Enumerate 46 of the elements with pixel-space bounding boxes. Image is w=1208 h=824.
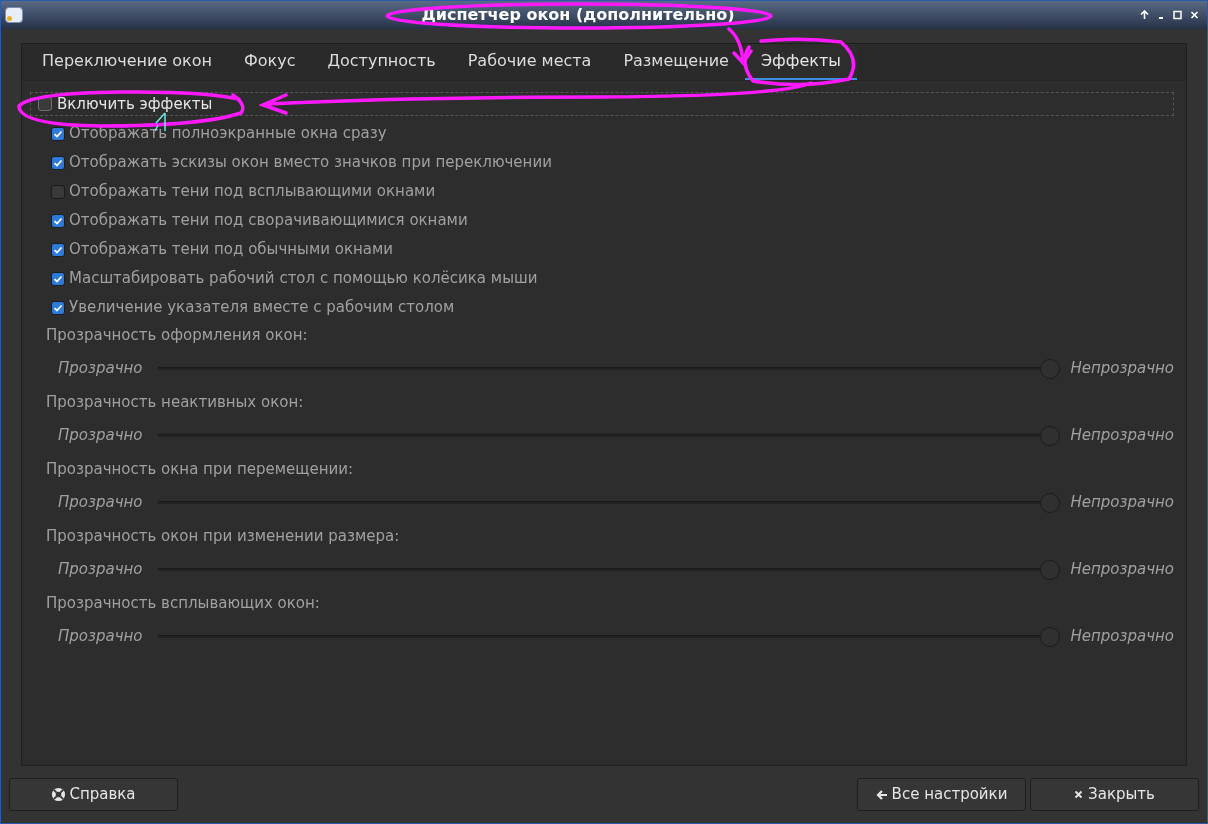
slider-max-label: Непрозрачно bbox=[1069, 425, 1174, 447]
window-title: Диспетчер окон (дополнительно) bbox=[421, 7, 735, 23]
hand-drawn-arrow bbox=[727, 27, 755, 67]
help-button[interactable]: Справка bbox=[9, 778, 178, 811]
arrow-up-icon[interactable] bbox=[1140, 10, 1149, 20]
close-icon bbox=[1074, 790, 1084, 799]
checkbox-label: Увеличение указателя вместе с рабочим столом bbox=[69, 297, 455, 319]
tab[interactable]: Переключение окон bbox=[26, 44, 229, 80]
slider-min-label: Прозрачно bbox=[58, 492, 144, 514]
slider-min-label: Прозрачно bbox=[58, 425, 144, 447]
checkmark-icon bbox=[53, 244, 63, 255]
close-button[interactable]: Закрыть bbox=[1030, 778, 1199, 811]
slider-label: Прозрачность окон при изменении размера: bbox=[46, 526, 401, 547]
checkbox-label: Включить эффекты bbox=[57, 93, 213, 115]
checkbox-label: Масштабировать рабочий стол с помощью колёсика мыши bbox=[69, 268, 538, 290]
slider-min-label: Прозрачно bbox=[58, 559, 144, 581]
tab[interactable]: Доступность bbox=[311, 44, 452, 80]
slider-max-label: Непрозрачно bbox=[1069, 626, 1174, 648]
slider-max-label: Непрозрачно bbox=[1069, 492, 1174, 514]
checkmark-icon bbox=[53, 215, 63, 226]
slider-label: Прозрачность всплывающих окон: bbox=[46, 593, 321, 614]
slider-label: Прозрачность оформления окон: bbox=[46, 325, 309, 346]
checkbox-label: Отображать полноэкранные окна сразу bbox=[69, 123, 387, 145]
checkmark-icon bbox=[53, 302, 63, 313]
slider-label: Прозрачность окна при перемещении: bbox=[46, 459, 354, 480]
close-icon[interactable] bbox=[1190, 10, 1199, 20]
slider-label: Прозрачность неактивных окон: bbox=[46, 392, 305, 413]
checkbox-label: Отображать тени под всплывающими окнами bbox=[69, 181, 436, 203]
slider-max-label: Непрозрачно bbox=[1069, 358, 1174, 380]
checkmark-icon bbox=[53, 128, 63, 139]
slider-min-label: Прозрачно bbox=[58, 626, 144, 648]
lifebuoy-icon bbox=[51, 787, 67, 802]
tab[interactable]: Фокус bbox=[228, 44, 312, 80]
checkbox-label: Отображать эскизы окон вместо значков при переключении bbox=[69, 152, 552, 174]
arrow-left-icon bbox=[875, 788, 888, 801]
checkbox-label: Отображать тени под сворачивающимися окнами bbox=[69, 210, 468, 232]
slider-max-label: Непрозрачно bbox=[1069, 559, 1174, 581]
slider-min-label: Прозрачно bbox=[58, 358, 144, 380]
maximize-icon[interactable] bbox=[1173, 10, 1182, 20]
all-settings-button[interactable]: Все настройки bbox=[857, 778, 1026, 811]
tab[interactable]: Рабочие места bbox=[451, 44, 608, 80]
checkbox-label: Отображать тени под обычными окнами bbox=[69, 239, 394, 261]
checkmark-icon bbox=[53, 157, 63, 168]
checkmark-icon bbox=[53, 273, 63, 284]
tab[interactable]: Размещение bbox=[607, 44, 745, 80]
app-icon bbox=[5, 7, 23, 23]
